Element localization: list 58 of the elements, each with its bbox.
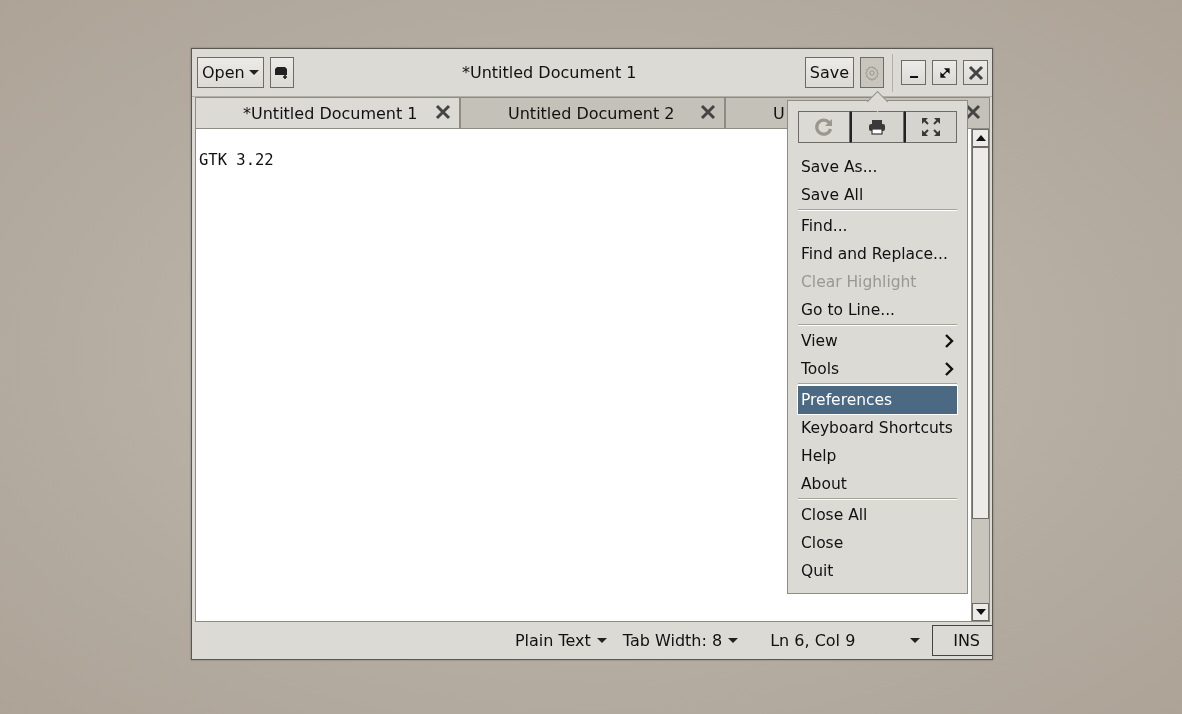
- scrollbar[interactable]: [971, 129, 989, 621]
- insert-mode-indicator: INS: [932, 625, 992, 656]
- close-icon: [965, 104, 981, 120]
- dropdown-caret-icon: [728, 637, 739, 644]
- tab-close-button[interactable]: [435, 104, 451, 120]
- printer-icon: [868, 119, 887, 135]
- menu-item-label: View: [801, 332, 838, 350]
- menu-item[interactable]: Save All: [788, 181, 967, 209]
- menu-item[interactable]: Quit: [788, 557, 967, 585]
- tab-label: U: [773, 103, 785, 123]
- minimize-icon: [909, 75, 918, 78]
- submenu-item[interactable]: Tools: [788, 355, 967, 383]
- menu-item[interactable]: Help: [788, 442, 967, 470]
- menu-item[interactable]: Save As...: [788, 153, 967, 181]
- menu-item-label: Tools: [801, 360, 840, 378]
- submenu-item[interactable]: View: [788, 327, 967, 355]
- tab-close-button[interactable]: [700, 104, 716, 120]
- cursor-position-selector[interactable]: Ln 6, Col 9: [746, 631, 929, 650]
- menu-item[interactable]: Go to Line...: [788, 296, 967, 324]
- tab-label: *Untitled Document 1: [243, 103, 418, 123]
- tab[interactable]: Untitled Document 2: [460, 97, 725, 128]
- new-tab-button[interactable]: [269, 57, 294, 88]
- menu-button[interactable]: [860, 57, 884, 88]
- dropdown-caret-icon: [910, 637, 921, 644]
- dropdown-caret-icon: [596, 637, 607, 644]
- editor-text: GTK 3.22: [199, 151, 274, 169]
- menu-item[interactable]: Find...: [788, 212, 967, 240]
- menu-item[interactable]: About: [788, 470, 967, 498]
- menu-item[interactable]: Keyboard Shortcuts: [788, 414, 967, 442]
- scrollbar-thumb[interactable]: [972, 147, 989, 519]
- tab[interactable]: *Untitled Document 1: [195, 97, 460, 128]
- menu-item[interactable]: Close: [788, 529, 967, 557]
- tab-label: Untitled Document 2: [508, 103, 675, 123]
- menu-item[interactable]: Find and Replace...: [788, 240, 967, 268]
- close-button[interactable]: [963, 60, 988, 85]
- print-button[interactable]: [850, 111, 904, 143]
- scroll-up-icon[interactable]: [975, 135, 986, 141]
- open-button[interactable]: Open: [197, 57, 264, 88]
- close-icon: [967, 64, 984, 81]
- language-selector[interactable]: Plain Text: [506, 631, 615, 650]
- window-title: *Untitled Document 1: [460, 63, 638, 82]
- minimize-button[interactable]: [901, 60, 926, 85]
- close-icon: [435, 104, 451, 120]
- menu-item[interactable]: Close All: [788, 501, 967, 529]
- fullscreen-icon: [920, 117, 941, 137]
- settings-icon: [864, 64, 880, 81]
- scroll-down-icon[interactable]: [975, 609, 986, 615]
- fullscreen-button[interactable]: [903, 111, 957, 143]
- maximize-button[interactable]: [932, 60, 957, 85]
- reload-icon: [814, 117, 835, 137]
- tab-close-button[interactable]: [965, 104, 981, 120]
- new-tab-icon: [273, 65, 290, 80]
- close-icon: [700, 104, 716, 120]
- menu-item[interactable]: Preferences: [798, 386, 957, 414]
- dropdown-caret-icon: [248, 69, 259, 76]
- tab-width-selector[interactable]: Tab Width: 8: [614, 631, 747, 650]
- maximize-icon: [939, 67, 950, 78]
- save-button[interactable]: Save: [804, 57, 854, 88]
